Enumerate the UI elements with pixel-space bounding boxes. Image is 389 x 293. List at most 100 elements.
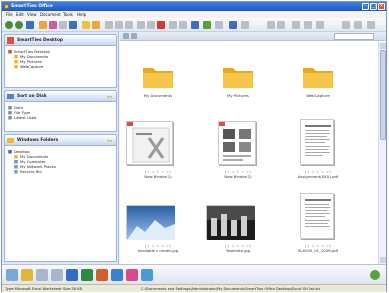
tile-caption: New Binder(2) <box>224 174 252 179</box>
collapse-icon[interactable]: «« <box>107 94 113 99</box>
properties-icon[interactable] <box>179 21 187 29</box>
up-folder-icon[interactable] <box>26 21 34 29</box>
tile-my-pictures[interactable]: My Pictures <box>204 63 272 113</box>
powerpoint-icon[interactable] <box>96 269 108 281</box>
binder-icon[interactable] <box>49 21 57 29</box>
folder-icon <box>14 60 18 64</box>
tools-icon[interactable] <box>241 21 249 29</box>
tile-new-binder-1[interactable]: (☆ ☆ ☆ ☆ ☆) New Binder(1) <box>124 117 192 187</box>
tile-webcapture[interactable]: WebCapture <box>284 63 352 113</box>
menu-tools[interactable]: Tools <box>63 12 73 17</box>
menu-document[interactable]: Document <box>40 12 61 17</box>
pdf-thumbnail <box>300 193 334 239</box>
scroll-down-icon[interactable] <box>380 257 386 263</box>
internet-explorer-icon[interactable] <box>141 269 153 281</box>
windows-folder-icon <box>7 138 14 143</box>
photo-editor-icon[interactable] <box>126 269 138 281</box>
binder-x-icon <box>127 122 170 163</box>
menu-view[interactable]: View <box>27 12 37 17</box>
search-icon[interactable] <box>92 21 100 29</box>
menu-help[interactable]: Help <box>77 12 86 17</box>
panel-windows-folders[interactable]: Windows Folders «« <box>4 134 117 146</box>
minimize-button[interactable]: – <box>362 3 369 10</box>
excel-icon[interactable] <box>81 269 93 281</box>
panel-sort-on-disk[interactable]: Sort on Disk «« <box>4 90 117 102</box>
tile-new-binder-2[interactable]: (☆ ☆ ☆ ☆ ☆) New Binder(2) <box>204 117 272 187</box>
mail-icon[interactable] <box>6 269 18 281</box>
redo-icon[interactable] <box>125 21 133 29</box>
menu-edit[interactable]: Edit <box>16 12 24 17</box>
sidebar: SmartTies Desktop SmartTies Desktop My D… <box>2 32 119 264</box>
tree-item[interactable]: Recycle Bin <box>20 170 42 174</box>
zoom-out-icon[interactable] <box>267 21 275 29</box>
refresh-icon[interactable] <box>342 21 350 29</box>
tile-caption: New Binder(1) <box>144 174 172 179</box>
binder-thumbnail <box>126 121 173 165</box>
zoom-in-icon[interactable] <box>277 21 285 29</box>
scroll-up-icon[interactable] <box>380 43 386 49</box>
location-field[interactable] <box>334 33 374 40</box>
back-icon[interactable] <box>5 21 13 29</box>
cut-icon[interactable] <box>137 21 145 29</box>
tile-yosemite-photo[interactable]: (☆ ☆ ☆ ☆ ☆) Yosemite.jpg <box>204 191 272 261</box>
print-icon[interactable] <box>69 21 77 29</box>
close-button[interactable]: × <box>378 3 385 10</box>
thumbnail-size-icon[interactable] <box>304 21 312 29</box>
sort-icon[interactable] <box>215 21 223 29</box>
people-icon[interactable] <box>21 269 33 281</box>
nav-back-icon[interactable] <box>123 33 129 39</box>
status-bar: Type:Microsoft Excel Worksheet Size:38 K… <box>2 284 386 292</box>
recycle-bin-icon <box>14 170 18 174</box>
copy-icon[interactable] <box>147 21 155 29</box>
vertical-scrollbar[interactable] <box>378 42 386 264</box>
status-path: C:\Documents and Settings\Administrator\… <box>141 287 321 291</box>
tile-my-documents[interactable]: My Documents <box>124 63 192 113</box>
email-icon[interactable] <box>105 21 113 29</box>
computer-icon <box>14 160 18 164</box>
panel-title: Windows Folders <box>17 138 59 143</box>
new-folder-icon[interactable] <box>39 21 47 29</box>
tree-item[interactable]: WebCapture <box>20 65 43 69</box>
collapse-icon[interactable]: «« <box>107 138 113 143</box>
panel-body-sort: Date File Type Latest Used <box>4 102 117 132</box>
tile-assignment-pdf[interactable]: (☆ ☆ ☆ ☆ ☆) Assignment(XXX).pdf <box>284 117 352 187</box>
file-type-icon <box>8 111 12 115</box>
scan-icon[interactable] <box>59 21 67 29</box>
tile-caption: WebCapture <box>306 93 330 98</box>
layout-icon[interactable] <box>203 21 211 29</box>
delete-icon[interactable] <box>157 21 165 29</box>
text-document-icon <box>305 199 331 227</box>
forward-icon[interactable] <box>15 21 23 29</box>
view-icon[interactable] <box>191 21 199 29</box>
launcher-settings-icon[interactable] <box>370 270 380 280</box>
exit-icon[interactable] <box>367 21 375 29</box>
panel-smartties-desktop[interactable]: SmartTies Desktop <box>4 34 117 46</box>
printer-icon[interactable] <box>51 269 63 281</box>
rotate-icon[interactable] <box>169 21 177 29</box>
app-window: SmartTies Office – □ × File Edit View Do… <box>1 1 387 292</box>
network-icon <box>14 165 18 169</box>
status-file-info: Type:Microsoft Excel Worksheet Size:38 K… <box>5 287 82 291</box>
scroll-thumb[interactable] <box>380 50 386 140</box>
nav-forward-icon[interactable] <box>131 33 137 39</box>
tile-slx-pdf[interactable]: (☆ ☆ ☆ ☆ ☆) SLX045_01_1026.pdf <box>284 191 352 261</box>
photo-thumbnail <box>206 205 255 240</box>
help-icon[interactable] <box>354 21 362 29</box>
maximize-button[interactable]: □ <box>370 3 377 10</box>
browser-icon[interactable] <box>111 269 123 281</box>
settings-icon[interactable] <box>229 21 237 29</box>
tile-ice-photo[interactable]: (☆ ☆ ☆ ☆ ☆) Available s rubies.jpg <box>124 191 192 261</box>
undo-icon[interactable] <box>115 21 123 29</box>
scanner-icon[interactable] <box>36 269 48 281</box>
slideshow-icon[interactable] <box>316 21 324 29</box>
word-icon[interactable] <box>66 269 78 281</box>
tree-item[interactable]: Latest Used <box>14 116 36 120</box>
tile-caption: Assignment(XXX).pdf <box>297 174 339 179</box>
folder-icon <box>14 155 18 159</box>
tile-caption: SLX045_01_1026.pdf <box>297 248 339 253</box>
fit-icon[interactable] <box>292 21 300 29</box>
menu-file[interactable]: File <box>6 12 13 17</box>
open-folder-icon[interactable] <box>82 21 90 29</box>
window-title: SmartTies Office <box>11 4 53 9</box>
folder-icon <box>303 68 333 88</box>
